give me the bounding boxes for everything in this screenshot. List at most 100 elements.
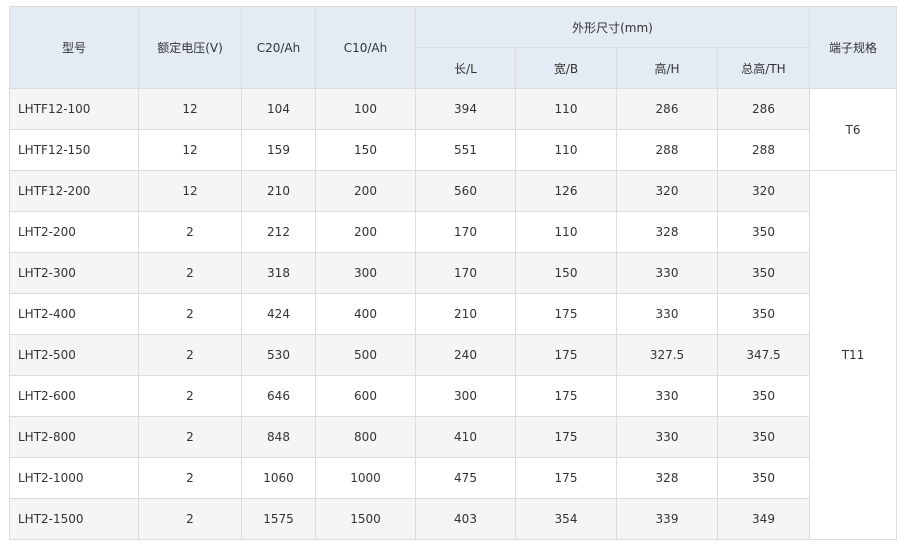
cell-total-height: 350 [717, 416, 810, 458]
cell-voltage: 2 [138, 252, 242, 294]
cell-height: 286 [616, 88, 718, 130]
header-voltage: 额定电压(V) [138, 6, 242, 89]
cell-length: 240 [415, 334, 516, 376]
cell-height: 330 [616, 252, 718, 294]
cell-voltage: 12 [138, 129, 242, 171]
cell-length: 300 [415, 375, 516, 417]
cell-voltage: 2 [138, 334, 242, 376]
cell-model: LHT2-600 [9, 375, 139, 417]
cell-c10: 1000 [315, 457, 416, 499]
table-row: LHT2-200 2 212 200 170 110 328 350 [9, 211, 897, 253]
cell-length: 410 [415, 416, 516, 458]
cell-model: LHTF12-150 [9, 129, 139, 171]
cell-height: 339 [616, 498, 718, 540]
cell-c10: 200 [315, 211, 416, 253]
battery-spec-table: 型号 额定电压(V) C20/Ah C10/Ah 外形尺寸(mm) 端子规格 长… [9, 6, 897, 540]
cell-model: LHT2-500 [9, 334, 139, 376]
cell-c10: 600 [315, 375, 416, 417]
cell-c20: 318 [241, 252, 316, 294]
cell-width: 175 [515, 334, 617, 376]
cell-c10: 400 [315, 293, 416, 335]
cell-model: LHT2-1500 [9, 498, 139, 540]
cell-model: LHT2-300 [9, 252, 139, 294]
cell-model: LHTF12-100 [9, 88, 139, 130]
cell-terminal: T11 [809, 170, 897, 540]
cell-length: 403 [415, 498, 516, 540]
cell-height: 320 [616, 170, 718, 212]
cell-c20: 1060 [241, 457, 316, 499]
table-row: LHTF12-200 12 210 200 560 126 320 320 T11 [9, 170, 897, 540]
cell-total-height: 350 [717, 375, 810, 417]
cell-c20: 530 [241, 334, 316, 376]
header-height: 高/H [616, 47, 718, 89]
cell-length: 210 [415, 293, 516, 335]
header-c10: C10/Ah [315, 6, 416, 89]
table-row: LHTF12-100 12 104 100 394 110 286 286 T6 [9, 88, 897, 171]
cell-voltage: 2 [138, 416, 242, 458]
cell-c20: 848 [241, 416, 316, 458]
table-row: LHT2-400 2 424 400 210 175 330 350 [9, 293, 897, 335]
cell-c20: 159 [241, 129, 316, 171]
cell-length: 551 [415, 129, 516, 171]
cell-length: 560 [415, 170, 516, 212]
header-model: 型号 [9, 6, 139, 89]
cell-height: 328 [616, 211, 718, 253]
table-header: 型号 额定电压(V) C20/Ah C10/Ah 外形尺寸(mm) 端子规格 长… [9, 6, 897, 89]
cell-total-height: 349 [717, 498, 810, 540]
cell-height: 288 [616, 129, 718, 171]
cell-height: 330 [616, 416, 718, 458]
cell-height: 327.5 [616, 334, 718, 376]
cell-width: 175 [515, 293, 617, 335]
cell-total-height: 286 [717, 88, 810, 130]
cell-voltage: 12 [138, 88, 242, 130]
table-row: LHT2-1000 2 1060 1000 475 175 328 350 [9, 457, 897, 499]
table-body: LHTF12-100 12 104 100 394 110 286 286 T6 LHTF12-1… [9, 88, 897, 540]
cell-total-height: 347.5 [717, 334, 810, 376]
cell-total-height: 288 [717, 129, 810, 171]
cell-c20: 104 [241, 88, 316, 130]
cell-c10: 1500 [315, 498, 416, 540]
table-row: LHT2-600 2 646 600 300 175 330 350 [9, 375, 897, 417]
header-total-height: 总高/TH [717, 47, 810, 89]
cell-voltage: 12 [138, 170, 242, 212]
cell-height: 330 [616, 375, 718, 417]
cell-width: 354 [515, 498, 617, 540]
header-width: 宽/B [515, 47, 617, 89]
cell-total-height: 350 [717, 293, 810, 335]
table-row: LHTF12-150 12 159 150 551 110 288 288 [9, 129, 897, 171]
table-row: LHT2-1500 2 1575 1500 403 354 339 349 [9, 498, 897, 540]
cell-voltage: 2 [138, 375, 242, 417]
cell-c10: 300 [315, 252, 416, 294]
cell-c20: 212 [241, 211, 316, 253]
cell-c20: 424 [241, 293, 316, 335]
cell-c20: 1575 [241, 498, 316, 540]
cell-length: 170 [415, 252, 516, 294]
cell-voltage: 2 [138, 457, 242, 499]
cell-model: LHT2-800 [9, 416, 139, 458]
cell-voltage: 2 [138, 498, 242, 540]
header-terminal: 端子规格 [809, 6, 897, 89]
cell-c10: 500 [315, 334, 416, 376]
cell-c10: 800 [315, 416, 416, 458]
cell-voltage: 2 [138, 211, 242, 253]
cell-length: 394 [415, 88, 516, 130]
cell-voltage: 2 [138, 293, 242, 335]
cell-terminal: T6 [809, 88, 897, 171]
cell-length: 475 [415, 457, 516, 499]
header-dimensions: 外形尺寸(mm) [415, 6, 810, 48]
cell-height: 330 [616, 293, 718, 335]
cell-c20: 210 [241, 170, 316, 212]
cell-width: 126 [515, 170, 617, 212]
table-row: LHT2-300 2 318 300 170 150 330 350 [9, 252, 897, 294]
table-row: LHT2-500 2 530 500 240 175 327.5 347.5 [9, 334, 897, 376]
cell-total-height: 320 [717, 170, 810, 212]
cell-width: 110 [515, 129, 617, 171]
spec-table-container: 型号 额定电压(V) C20/Ah C10/Ah 外形尺寸(mm) 端子规格 长… [9, 6, 897, 540]
cell-model: LHT2-200 [9, 211, 139, 253]
cell-c10: 200 [315, 170, 416, 212]
header-c20: C20/Ah [241, 6, 316, 89]
cell-width: 110 [515, 211, 617, 253]
cell-total-height: 350 [717, 211, 810, 253]
cell-total-height: 350 [717, 252, 810, 294]
cell-total-height: 350 [717, 457, 810, 499]
